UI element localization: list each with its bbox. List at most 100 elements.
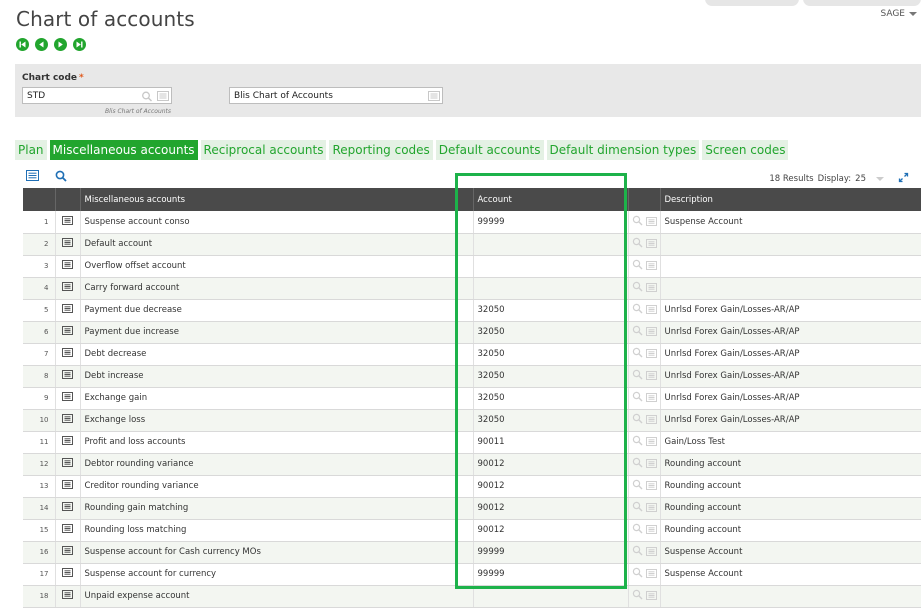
detail-card-icon[interactable]: [157, 91, 169, 104]
table-row[interactable]: 17 Suspense account for currency 99999 Susp…: [23, 563, 921, 586]
table-row[interactable]: 1 Suspense account conso 99999 Suspense Acc…: [23, 211, 921, 234]
account-cell[interactable]: 90012: [473, 453, 629, 476]
table-row[interactable]: 8 Debt increase 32050 Unrlsd Forex Gain/Los…: [23, 365, 921, 388]
search-icon[interactable]: [632, 215, 643, 229]
tab-reciprocal-accounts[interactable]: Reciprocal accounts: [200, 140, 327, 160]
search-icon[interactable]: [632, 567, 643, 581]
previous-record-icon[interactable]: [35, 38, 48, 51]
detail-card-icon[interactable]: [645, 327, 657, 339]
detail-card-icon[interactable]: [645, 393, 657, 405]
detail-card-icon[interactable]: [428, 91, 440, 104]
row-detail-icon[interactable]: [55, 497, 81, 520]
search-icon[interactable]: [632, 369, 643, 383]
account-cell[interactable]: 90012: [473, 497, 629, 520]
table-row[interactable]: 4 Carry forward account: [23, 277, 921, 300]
search-icon[interactable]: [141, 91, 153, 105]
chart-code-field[interactable]: STD: [22, 87, 172, 104]
detail-card-icon[interactable]: [645, 569, 657, 581]
row-detail-icon[interactable]: [55, 365, 81, 388]
detail-card-icon[interactable]: [645, 305, 657, 317]
search-icon[interactable]: [632, 413, 643, 427]
column-header-description[interactable]: Description: [660, 188, 921, 211]
search-icon[interactable]: [632, 457, 643, 471]
account-cell[interactable]: [473, 233, 629, 256]
tab-default-dimension-types[interactable]: Default dimension types: [546, 140, 700, 160]
search-icon[interactable]: [632, 589, 643, 603]
row-detail-icon[interactable]: [55, 211, 81, 234]
first-record-icon[interactable]: [16, 38, 29, 51]
detail-card-icon[interactable]: [645, 525, 657, 537]
search-icon[interactable]: [632, 325, 643, 339]
user-menu[interactable]: SAGE: [880, 9, 917, 19]
row-detail-icon[interactable]: [55, 563, 81, 586]
column-header-account[interactable]: Account: [473, 188, 629, 211]
table-row[interactable]: 12 Debtor rounding variance 90012 Rounding …: [23, 453, 921, 476]
tab-miscellaneous-accounts[interactable]: Miscellaneous accounts: [49, 140, 198, 160]
account-cell[interactable]: 99999: [473, 563, 629, 586]
detail-card-icon[interactable]: [645, 437, 657, 449]
table-row[interactable]: 5 Payment due decrease 32050 Unrlsd Forex G…: [23, 299, 921, 322]
search-icon[interactable]: [632, 545, 643, 559]
tab-default-accounts[interactable]: Default accounts: [435, 140, 544, 160]
detail-card-icon[interactable]: [645, 283, 657, 295]
row-detail-icon[interactable]: [55, 431, 81, 454]
display-value[interactable]: 25: [855, 174, 866, 184]
table-row[interactable]: 11 Profit and loss accounts 90011 Gain/Loss…: [23, 431, 921, 454]
chevron-down-icon[interactable]: [876, 177, 884, 181]
account-cell[interactable]: 32050: [473, 321, 629, 344]
account-cell[interactable]: 99999: [473, 211, 629, 234]
table-row[interactable]: 18 Unpaid expense account: [23, 585, 921, 608]
table-row[interactable]: 6 Payment due increase 32050 Unrlsd Forex G…: [23, 321, 921, 344]
search-icon[interactable]: [632, 281, 643, 295]
detail-card-icon[interactable]: [645, 349, 657, 361]
table-row[interactable]: 7 Debt decrease 32050 Unrlsd Forex Gain/Los…: [23, 343, 921, 366]
table-row[interactable]: 2 Default account: [23, 233, 921, 256]
row-detail-icon[interactable]: [55, 255, 81, 278]
account-cell[interactable]: 90012: [473, 475, 629, 498]
grid-search-icon[interactable]: [55, 170, 67, 185]
detail-card-icon[interactable]: [645, 547, 657, 559]
account-cell[interactable]: 32050: [473, 299, 629, 322]
detail-card-icon[interactable]: [645, 591, 657, 603]
account-cell[interactable]: [473, 277, 629, 300]
detail-card-icon[interactable]: [645, 261, 657, 273]
search-icon[interactable]: [632, 303, 643, 317]
grid-card-view-icon[interactable]: [26, 170, 39, 185]
row-detail-icon[interactable]: [55, 321, 81, 344]
expand-icon[interactable]: [898, 172, 909, 186]
tab-screen-codes[interactable]: Screen codes: [702, 140, 789, 160]
detail-card-icon[interactable]: [645, 239, 657, 251]
column-header-misc-accounts[interactable]: Miscellaneous accounts: [80, 188, 474, 211]
table-row[interactable]: 10 Exchange loss 32050 Unrlsd Forex Gain/Lo…: [23, 409, 921, 432]
last-record-icon[interactable]: [73, 38, 86, 51]
table-row[interactable]: 9 Exchange gain 32050 Unrlsd Forex Gain/Los…: [23, 387, 921, 410]
table-row[interactable]: 3 Overflow offset account: [23, 255, 921, 278]
search-icon[interactable]: [632, 479, 643, 493]
row-detail-icon[interactable]: [55, 453, 81, 476]
row-detail-icon[interactable]: [55, 585, 81, 608]
search-icon[interactable]: [632, 391, 643, 405]
search-icon[interactable]: [632, 523, 643, 537]
table-row[interactable]: 13 Creditor rounding variance 90012 Roundin…: [23, 475, 921, 498]
search-icon[interactable]: [632, 259, 643, 273]
detail-card-icon[interactable]: [645, 459, 657, 471]
search-icon[interactable]: [632, 347, 643, 361]
detail-card-icon[interactable]: [645, 481, 657, 493]
search-icon[interactable]: [632, 237, 643, 251]
detail-card-icon[interactable]: [645, 216, 657, 229]
table-row[interactable]: 14 Rounding gain matching 90012 Rounding ac…: [23, 497, 921, 520]
search-icon[interactable]: [632, 435, 643, 449]
row-detail-icon[interactable]: [55, 409, 81, 432]
tab-reporting-codes[interactable]: Reporting codes: [329, 140, 433, 160]
detail-card-icon[interactable]: [645, 371, 657, 383]
row-detail-icon[interactable]: [55, 475, 81, 498]
account-cell[interactable]: 90012: [473, 519, 629, 542]
account-cell[interactable]: 32050: [473, 365, 629, 388]
tab-plan[interactable]: Plan: [15, 140, 47, 160]
search-icon[interactable]: [632, 501, 643, 515]
row-detail-icon[interactable]: [55, 343, 81, 366]
row-detail-icon[interactable]: [55, 299, 81, 322]
account-cell[interactable]: [473, 585, 629, 608]
row-detail-icon[interactable]: [55, 541, 81, 564]
detail-card-icon[interactable]: [645, 415, 657, 427]
